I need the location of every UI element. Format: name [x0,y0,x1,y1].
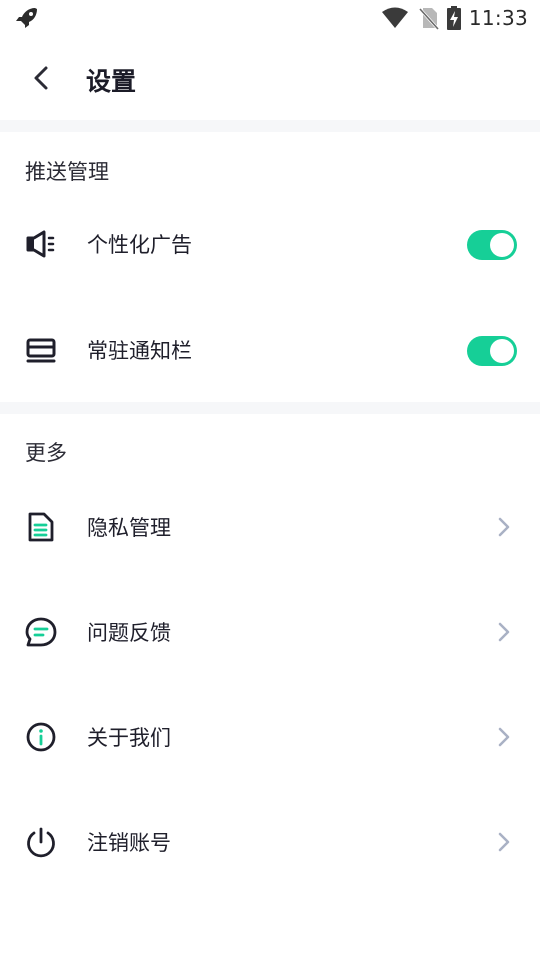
section-title-more: 更多 [25,441,67,465]
row-label: 隐私管理 [87,516,171,540]
row-label: 个性化广告 [87,233,192,257]
row-personalized-ads: 个性化广告 [0,214,540,274]
section-divider [0,120,540,132]
info-icon [24,721,58,753]
wifi-icon [381,7,409,29]
chevron-right-icon [494,830,514,854]
chat-bubble-icon [24,616,58,648]
row-label: 常驻通知栏 [87,339,192,363]
row-label: 关于我们 [87,726,171,750]
row-about-us[interactable]: 关于我们 [0,707,540,767]
row-label: 问题反馈 [87,621,171,645]
power-icon [24,826,58,858]
status-time: 11:33 [468,6,528,30]
toggle-knob [490,339,514,363]
status-bar: 11:33 [0,0,540,36]
row-privacy-management[interactable]: 隐私管理 [0,497,540,557]
toggle-knob [490,233,514,257]
chevron-right-icon [494,620,514,644]
rocket-icon [14,6,40,30]
status-icons: 11:33 [381,5,528,31]
section-divider [0,402,540,414]
section-title-push: 推送管理 [25,160,109,184]
notification-bar-icon [24,334,58,366]
chevron-right-icon [494,725,514,749]
row-delete-account[interactable]: 注销账号 [0,812,540,872]
no-sim-icon [417,6,439,30]
persistent-notification-toggle[interactable] [467,336,517,366]
chevron-right-icon [494,515,514,539]
megaphone-icon [24,228,58,260]
page-title: 设置 [86,67,137,96]
app-bar: 设置 [0,36,540,120]
row-feedback[interactable]: 问题反馈 [0,602,540,662]
battery-charging-icon [446,6,461,30]
personalized-ads-toggle[interactable] [467,230,517,260]
document-icon [24,511,58,543]
chevron-left-icon [34,66,48,90]
row-label: 注销账号 [87,831,171,855]
row-persistent-notification: 常驻通知栏 [0,320,540,380]
back-button[interactable] [24,60,60,96]
